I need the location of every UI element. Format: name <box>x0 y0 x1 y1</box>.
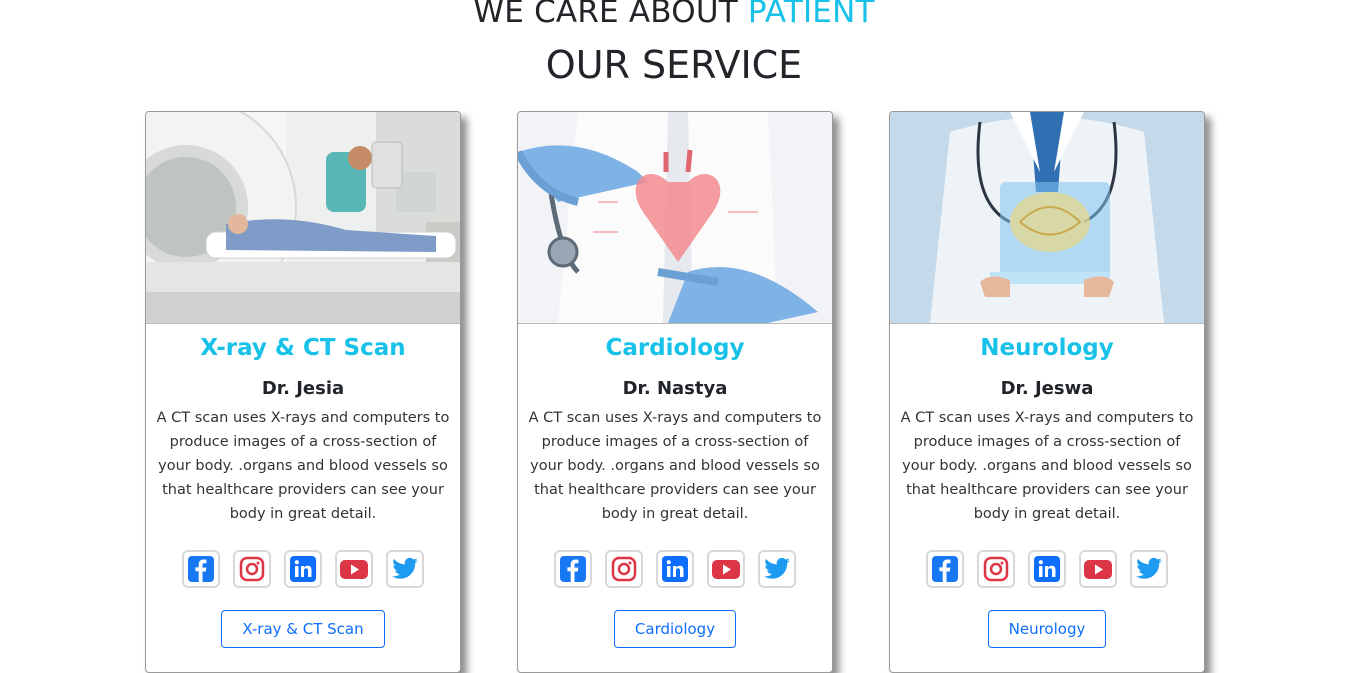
service-card-cardiology: Cardiology Dr. Nastya A CT scan uses X-r… <box>517 111 833 673</box>
twitter-icon[interactable] <box>758 550 796 588</box>
facebook-icon[interactable] <box>926 550 964 588</box>
service-button[interactable]: Neurology <box>987 610 1107 648</box>
linkedin-icon[interactable] <box>1028 550 1066 588</box>
facebook-icon[interactable] <box>182 550 220 588</box>
doctor-name: Dr. Jeswa <box>1000 378 1094 399</box>
twitter-icon[interactable] <box>386 550 424 588</box>
service-title: X-ray & CT Scan <box>200 335 406 361</box>
service-title: Cardiology <box>605 335 745 361</box>
doctor-name: Dr. Nastya <box>622 378 728 399</box>
linkedin-icon[interactable] <box>284 550 322 588</box>
social-links <box>518 550 832 588</box>
brain-hologram-photo <box>890 112 1204 324</box>
linkedin-icon[interactable] <box>656 550 694 588</box>
tagline-prefix: WE CARE ABOUT <box>473 0 738 30</box>
tagline-accent: PATIENT <box>747 0 875 30</box>
ct-scan-photo <box>146 112 460 324</box>
social-links <box>146 550 460 588</box>
service-description: A CT scan uses X-rays and computers to p… <box>528 410 822 522</box>
youtube-icon[interactable] <box>1079 550 1117 588</box>
service-button[interactable]: Cardiology <box>613 610 737 648</box>
instagram-icon[interactable] <box>605 550 643 588</box>
heart-hologram-photo <box>518 112 832 324</box>
instagram-icon[interactable] <box>233 550 271 588</box>
twitter-icon[interactable] <box>1130 550 1168 588</box>
service-button[interactable]: X-ray & CT Scan <box>221 610 385 648</box>
doctor-name: Dr. Jesia <box>261 378 345 399</box>
service-card-neurology: Neurology Dr. Jeswa A CT scan uses X-ray… <box>889 111 1205 673</box>
social-links <box>890 550 1204 588</box>
service-card-xray: X-ray & CT Scan Dr. Jesia A CT scan uses… <box>145 111 461 673</box>
service-description: A CT scan uses X-rays and computers to p… <box>156 410 450 522</box>
instagram-icon[interactable] <box>977 550 1015 588</box>
youtube-icon[interactable] <box>707 550 745 588</box>
service-description: A CT scan uses X-rays and computers to p… <box>900 410 1194 522</box>
section-title: OUR SERVICE <box>545 43 803 87</box>
facebook-icon[interactable] <box>554 550 592 588</box>
youtube-icon[interactable] <box>335 550 373 588</box>
service-title: Neurology <box>980 335 1114 361</box>
section-tagline: WE CARE ABOUT PATIENT <box>0 0 1348 32</box>
